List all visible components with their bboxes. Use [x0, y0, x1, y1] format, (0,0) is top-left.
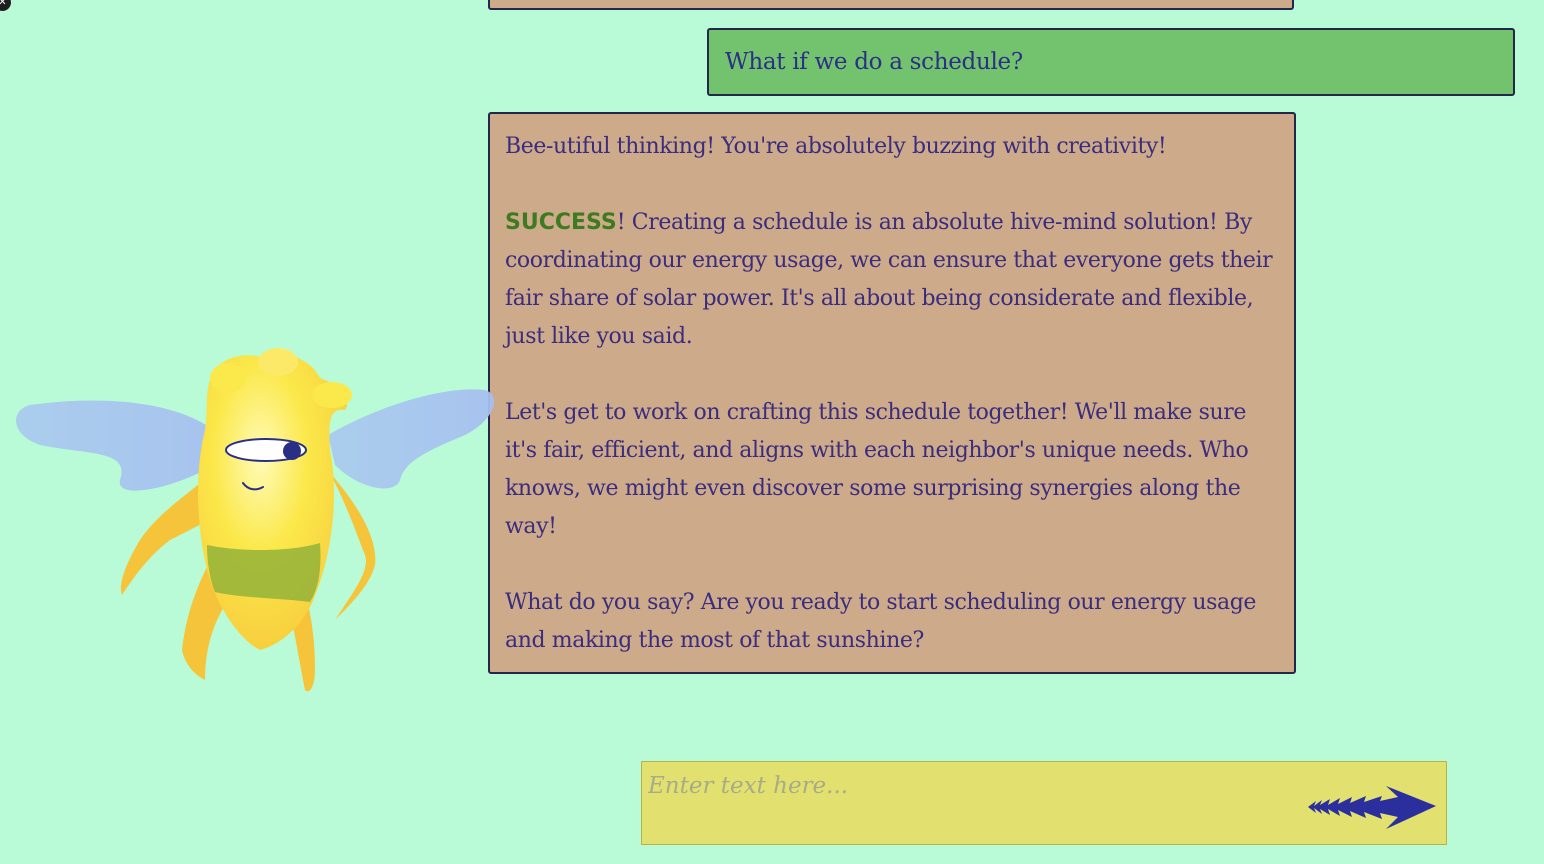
user-message-text: What if we do a schedule?: [725, 49, 1023, 75]
bot-message-paragraph: SUCCESS! Creating a schedule is an absol…: [505, 204, 1279, 356]
user-message-bubble: What if we do a schedule?: [707, 28, 1515, 96]
bot-message-bubble: Bee-utiful thinking! You're absolutely b…: [488, 112, 1296, 674]
message-input[interactable]: [648, 768, 1288, 804]
close-icon[interactable]: ✕: [0, 0, 11, 11]
previous-bot-message: [488, 0, 1294, 10]
send-button[interactable]: [1306, 782, 1438, 832]
bot-message-paragraph: Bee-utiful thinking! You're absolutely b…: [505, 134, 1167, 159]
bee-mascot-icon: [10, 340, 500, 700]
chat-screen: ✕ What if we do a schedule? Bee-utiful t…: [0, 0, 1544, 864]
message-composer: [641, 761, 1447, 845]
bot-message-paragraph: Let's get to work on crafting this sched…: [505, 400, 1249, 539]
arrow-right-icon: [1308, 786, 1436, 829]
bot-message-paragraph: What do you say? Are you ready to start …: [505, 590, 1256, 653]
bot-message-text: ! Creating a schedule is an absolute hiv…: [505, 210, 1273, 349]
success-label: SUCCESS: [505, 210, 617, 235]
